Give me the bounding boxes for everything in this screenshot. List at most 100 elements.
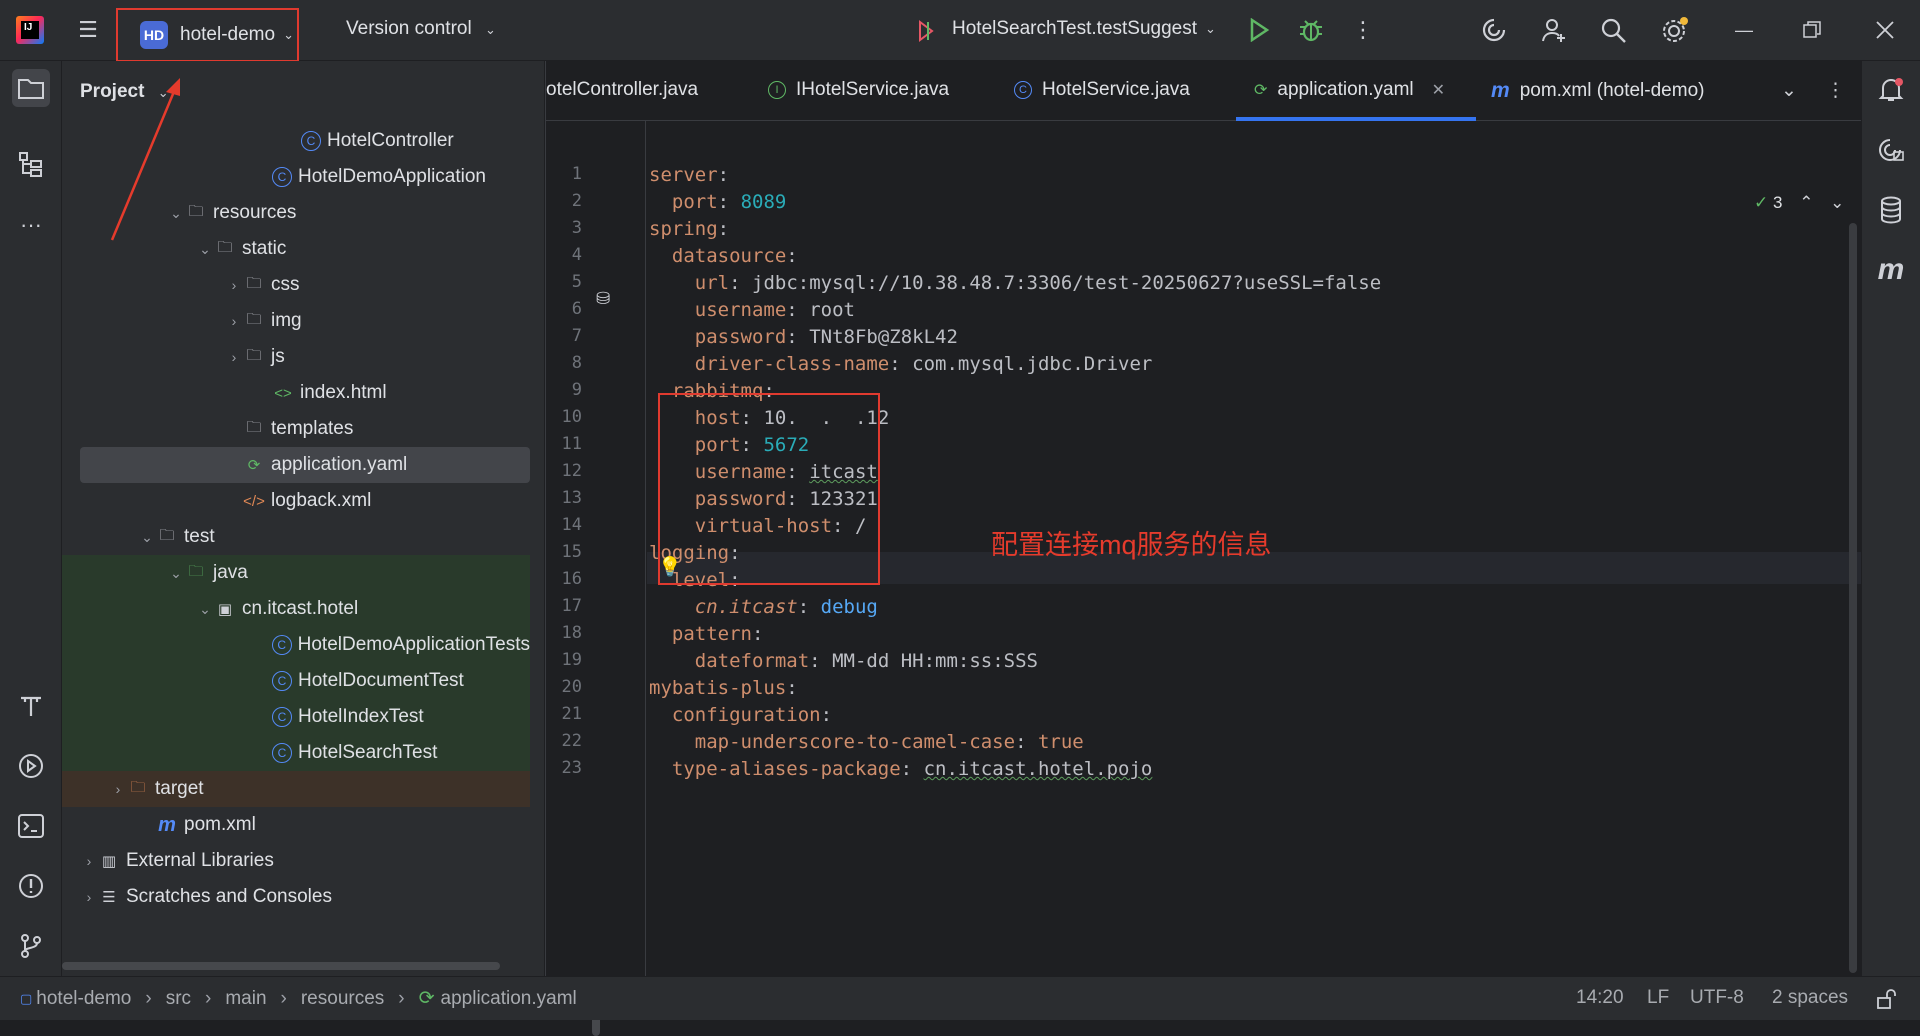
tab-hotelservice[interactable]: C HotelService.java [1014, 79, 1190, 101]
debug-icon[interactable] [1298, 17, 1324, 43]
minimize-icon[interactable]: — [1726, 12, 1762, 48]
tree-item[interactable]: › 🗀 target [62, 771, 530, 807]
close-icon[interactable] [1875, 20, 1895, 40]
chevron-right-icon[interactable]: › [80, 853, 98, 869]
inspection-widget[interactable]: ✓ 3 ⌃ ⌄ [1754, 193, 1844, 213]
next-highlight-icon[interactable]: ⌄ [1830, 193, 1844, 212]
tab-pom-xml[interactable]: m pom.xml (hotel-demo) [1491, 79, 1704, 103]
chevron-down-icon[interactable]: ⌄ [138, 529, 156, 546]
notifications-icon[interactable] [1872, 71, 1910, 109]
code-line[interactable]: type-aliases-package: cn.itcast.hotel.po… [649, 758, 1152, 780]
intellij-logo-icon[interactable]: IJ [16, 16, 44, 44]
code-line[interactable]: server: [649, 164, 729, 186]
run-icon[interactable] [1248, 18, 1270, 42]
project-widget[interactable]: HD hotel-demo ⌄ [116, 8, 299, 62]
chevron-down-icon[interactable]: ⌄ [167, 565, 185, 582]
breadcrumb-item[interactable]: hotel-demo [36, 988, 131, 1010]
tree-item[interactable]: › 🗀 img [62, 303, 530, 339]
git-tool-icon[interactable] [12, 927, 50, 965]
code-line[interactable]: password: TNt8Fb@Z8kL42 [649, 326, 958, 348]
tree-item[interactable]: ⟳ application.yaml [80, 447, 530, 483]
line-number: 18 [561, 623, 582, 643]
settings-gear-icon[interactable] [1660, 16, 1690, 46]
tab-hotel-controller[interactable]: otelController.java [546, 79, 698, 101]
tree-item[interactable]: C HotelSearchTest [62, 735, 530, 771]
run-configuration-selector[interactable]: HotelSearchTest.testSuggest ⌄ [952, 18, 1216, 40]
terminal-tool-icon[interactable] [12, 807, 50, 845]
datasource-gutter-icon[interactable]: ⛁ [596, 289, 610, 309]
interface-icon: I [768, 81, 786, 99]
chevron-right-icon[interactable]: › [109, 781, 127, 797]
code-line[interactable]: username: root [649, 299, 855, 321]
database-tool-icon[interactable] [1872, 191, 1910, 229]
maven-tool-icon[interactable]: m [1872, 251, 1910, 289]
chevron-down-icon[interactable]: ⌄ [196, 601, 214, 618]
tree-item[interactable]: 🗀 templates [62, 411, 530, 447]
chevron-right-icon[interactable]: › [225, 313, 243, 329]
ai-chat-icon[interactable] [1872, 131, 1910, 169]
tree-item[interactable]: ⌄ 🗀 java [62, 555, 530, 591]
search-icon[interactable] [1600, 17, 1628, 45]
chevron-right-icon[interactable]: › [225, 349, 243, 365]
code-line[interactable]: dateformat: MM-dd HH:mm:ss:SSS [649, 650, 1038, 672]
code-line[interactable]: mybatis-plus: [649, 677, 798, 699]
code-line[interactable]: spring: [649, 218, 729, 240]
tree-item[interactable]: › 🗀 css [62, 267, 530, 303]
chevron-right-icon[interactable]: › [80, 889, 98, 905]
chevron-right-icon[interactable]: › [225, 277, 243, 293]
more-tools-icon[interactable]: ··· [12, 206, 50, 244]
tree-item[interactable]: › ▥ External Libraries [62, 843, 530, 879]
previous-highlight-icon[interactable]: ⌃ [1799, 193, 1813, 212]
code-with-me-icon[interactable] [1540, 16, 1568, 44]
ai-assistant-icon[interactable] [1480, 16, 1508, 44]
chevron-down-icon[interactable]: ⌄ [196, 241, 214, 258]
code-line[interactable]: pattern: [649, 623, 764, 645]
code-line[interactable]: cn.itcast: debug [649, 596, 878, 618]
more-actions-icon[interactable]: ⋮ [1345, 12, 1381, 48]
code-line[interactable]: url: jdbc:mysql://10.38.48.7:3306/test-2… [649, 272, 1381, 294]
version-control-menu[interactable]: Version control ⌄ [346, 18, 496, 40]
unlock-icon[interactable] [1876, 989, 1896, 1009]
build-tool-icon[interactable] [12, 687, 50, 725]
tree-item[interactable]: </> logback.xml [62, 483, 530, 519]
tree-horizontal-scrollbar[interactable] [62, 962, 500, 970]
tabs-overflow-chevron-icon[interactable]: ⌄ [1781, 79, 1797, 102]
breadcrumb-item[interactable]: application.yaml [441, 988, 577, 1010]
lightbulb-intention-icon[interactable]: 💡 [658, 555, 682, 579]
tab-label: otelController.java [546, 79, 699, 100]
tree-item[interactable]: m pom.xml [62, 807, 530, 843]
editor-vertical-scrollbar[interactable] [1849, 223, 1857, 973]
tree-item[interactable]: ⌄ 🗀 test [62, 519, 530, 555]
tab-ihotelservice[interactable]: I IHotelService.java [768, 79, 949, 101]
code-line[interactable]: datasource: [649, 245, 798, 267]
tree-item[interactable]: C HotelDocumentTest [62, 663, 530, 699]
tree-item[interactable]: <> index.html [62, 375, 530, 411]
tabs-more-icon[interactable]: ⋮ [1826, 79, 1845, 102]
services-tool-icon[interactable] [12, 747, 50, 785]
code-line[interactable]: configuration: [649, 704, 832, 726]
close-tab-icon[interactable]: ✕ [1432, 80, 1445, 100]
caret-position[interactable]: 14:20 [1576, 987, 1624, 1009]
tab-application-yaml[interactable]: ⟳ application.yaml ✕ [1254, 79, 1445, 101]
scratches-icon: ☰ [102, 889, 116, 906]
file-encoding[interactable]: UTF-8 [1690, 987, 1744, 1009]
code-line[interactable]: map-underscore-to-camel-case: true [649, 731, 1084, 753]
structure-tool-icon[interactable] [12, 146, 50, 184]
project-tool-icon[interactable] [12, 69, 50, 107]
indent-setting[interactable]: 2 spaces [1772, 987, 1848, 1009]
tree-item[interactable]: › 🗀 js [62, 339, 530, 375]
breadcrumb-item[interactable]: resources [301, 988, 384, 1010]
tree-item[interactable]: › ☰ Scratches and Consoles [62, 879, 530, 915]
tree-item[interactable]: C HotelDemoApplicationTests [62, 627, 530, 663]
main-menu-icon[interactable]: ☰ [70, 12, 106, 48]
problems-tool-icon[interactable] [12, 867, 50, 905]
breadcrumb-item[interactable]: src [166, 988, 191, 1010]
restore-icon[interactable] [1803, 21, 1821, 39]
line-separator[interactable]: LF [1647, 987, 1669, 1009]
tree-item[interactable]: ⌄ ▣ cn.itcast.hotel [62, 591, 530, 627]
yaml-value: debug [820, 596, 878, 618]
code-line[interactable]: driver-class-name: com.mysql.jdbc.Driver [649, 353, 1153, 375]
tree-item[interactable]: C HotelIndexTest [62, 699, 530, 735]
code-line[interactable]: port: 8089 [649, 191, 786, 213]
breadcrumb-item[interactable]: main [225, 988, 266, 1010]
